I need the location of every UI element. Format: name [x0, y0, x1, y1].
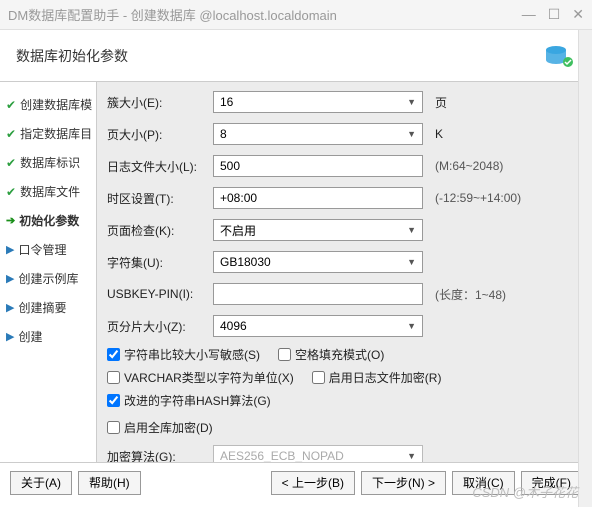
check-icon: ✔ — [6, 98, 16, 112]
page-size-unit: K — [435, 127, 443, 141]
arrow-icon: ▶ — [6, 301, 14, 314]
footer: 关于(A) 帮助(H) < 上一步(B) 下一步(N) > 取消(C) 完成(F… — [0, 462, 592, 502]
chevron-down-icon: ▼ — [407, 225, 416, 235]
log-size-label: 日志文件大小(L): — [107, 158, 213, 175]
close-icon[interactable]: ✕ — [572, 6, 584, 23]
log-size-hint: (M:64~2048) — [435, 159, 503, 173]
sidebar-item-files[interactable]: ✔数据库文件 — [6, 177, 96, 206]
chevron-down-icon: ▼ — [407, 97, 416, 107]
timezone-hint: (-12:59~+14:00) — [435, 191, 521, 205]
extent-size-select[interactable]: 16▼ — [213, 91, 423, 113]
page-check-label: 页面检查(K): — [107, 222, 213, 239]
scrollbar[interactable] — [578, 30, 592, 507]
finish-button[interactable]: 完成(F) — [521, 471, 582, 495]
sidebar-item-id[interactable]: ✔数据库标识 — [6, 148, 96, 177]
db-encrypt-check[interactable]: 启用全库加密(D) — [107, 419, 213, 436]
sidebar-item-template[interactable]: ✔创建数据库模 — [6, 90, 96, 119]
extent-size-label: 簇大小(E): — [107, 94, 213, 111]
usbkey-input[interactable] — [213, 283, 423, 305]
arrow-icon: ▶ — [6, 243, 14, 256]
usbkey-hint: (长度：1~48) — [435, 286, 506, 303]
encrypt-algo-label: 加密算法(G): — [107, 448, 213, 463]
prev-button[interactable]: < 上一步(B) — [271, 471, 355, 495]
slice-size-select[interactable]: 4096▼ — [213, 315, 423, 337]
hash-improved-check[interactable]: 改进的字符串HASH算法(G) — [107, 392, 271, 409]
chevron-down-icon: ▼ — [407, 129, 416, 139]
database-icon — [540, 42, 576, 70]
page-check-select[interactable]: 不启用▼ — [213, 219, 423, 241]
extent-size-unit: 页 — [435, 94, 447, 111]
chevron-down-icon: ▼ — [407, 321, 416, 331]
about-button[interactable]: 关于(A) — [10, 471, 72, 495]
check-icon: ✔ — [6, 185, 16, 199]
page-size-label: 页大小(P): — [107, 126, 213, 143]
cancel-button[interactable]: 取消(C) — [452, 471, 515, 495]
check-icon: ✔ — [6, 156, 16, 170]
encrypt-algo-select: AES256_ECB_NOPAD▼ — [213, 445, 423, 462]
slice-size-label: 页分片大小(Z): — [107, 318, 213, 335]
chevron-down-icon: ▼ — [407, 451, 416, 461]
blank-pad-check[interactable]: 空格填充模式(O) — [278, 346, 384, 363]
check-icon: ✔ — [6, 127, 16, 141]
chevron-down-icon: ▼ — [407, 257, 416, 267]
header: 数据库初始化参数 — [0, 30, 592, 82]
page-title: 数据库初始化参数 — [16, 46, 540, 66]
timezone-input[interactable] — [213, 187, 423, 209]
charset-select[interactable]: GB18030▼ — [213, 251, 423, 273]
sidebar: ✔创建数据库模 ✔指定数据库目 ✔数据库标识 ✔数据库文件 ➔初始化参数 ▶口令… — [0, 82, 96, 462]
minimize-icon[interactable]: — — [522, 6, 536, 23]
sidebar-item-password[interactable]: ▶口令管理 — [6, 235, 96, 264]
sidebar-item-dir[interactable]: ✔指定数据库目 — [6, 119, 96, 148]
sidebar-item-create[interactable]: ▶创建 — [6, 322, 96, 351]
window-title: DM数据库配置助手 - 创建数据库 @localhost.localdomain — [8, 5, 522, 24]
window-controls: — ☐ ✕ — [522, 6, 584, 23]
log-encrypt-check[interactable]: 启用日志文件加密(R) — [312, 369, 442, 386]
titlebar: DM数据库配置助手 - 创建数据库 @localhost.localdomain… — [0, 0, 592, 30]
arrow-icon: ▶ — [6, 330, 14, 343]
form-panel: 簇大小(E): 16▼ 页 页大小(P): 8▼ K 日志文件大小(L): (M… — [96, 82, 592, 462]
charset-label: 字符集(U): — [107, 254, 213, 271]
page-size-select[interactable]: 8▼ — [213, 123, 423, 145]
help-button[interactable]: 帮助(H) — [78, 471, 141, 495]
arrow-icon: ➔ — [6, 214, 15, 227]
sidebar-item-sample[interactable]: ▶创建示例库 — [6, 264, 96, 293]
maximize-icon[interactable]: ☐ — [548, 6, 561, 23]
sidebar-item-init[interactable]: ➔初始化参数 — [6, 206, 96, 235]
timezone-label: 时区设置(T): — [107, 190, 213, 207]
arrow-icon: ▶ — [6, 272, 14, 285]
varchar-char-check[interactable]: VARCHAR类型以字符为单位(X) — [107, 369, 294, 386]
next-button[interactable]: 下一步(N) > — [361, 471, 446, 495]
case-sensitive-check[interactable]: 字符串比较大小写敏感(S) — [107, 346, 260, 363]
log-size-input[interactable] — [213, 155, 423, 177]
usbkey-label: USBKEY-PIN(I): — [107, 287, 213, 301]
sidebar-item-summary[interactable]: ▶创建摘要 — [6, 293, 96, 322]
